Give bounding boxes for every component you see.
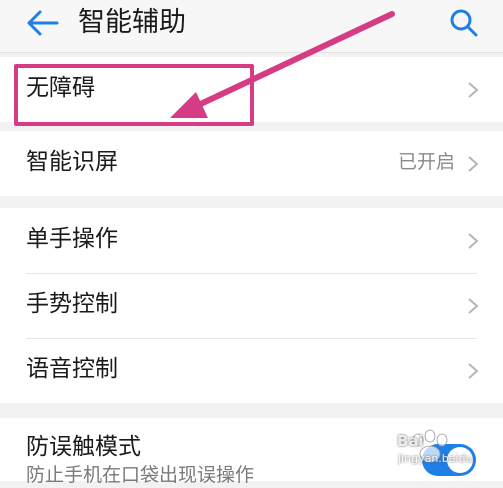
settings-group-3: 单手操作 手势控制 语音控制 [0, 208, 503, 403]
setting-label: 单手操作 [26, 226, 118, 252]
arrow-left-icon[interactable] [26, 8, 60, 38]
setting-label: 手势控制 [26, 291, 118, 317]
setting-description: 防止手机在口袋出现误操作 [26, 464, 255, 486]
settings-group-2: 智能识屏 已开启 [0, 131, 503, 196]
chevron-right-icon [468, 233, 479, 249]
chevron-right-icon [468, 298, 479, 314]
search-icon[interactable] [449, 8, 479, 38]
chevron-right-icon [468, 156, 479, 172]
watermark-brand: Bai [397, 432, 424, 450]
chevron-right-icon [468, 363, 479, 379]
chevron-right-icon [468, 82, 479, 98]
top-bar: 智能辅助 [0, 0, 503, 53]
setting-label: 智能识屏 [26, 149, 118, 175]
setting-smart-screen-recognition[interactable]: 智能识屏 已开启 [0, 131, 503, 196]
annotation-highlight-box [14, 64, 254, 126]
setting-status: 已开启 [397, 151, 455, 173]
setting-label: 语音控制 [26, 356, 118, 382]
setting-gesture-control[interactable]: 手势控制 [0, 273, 503, 338]
setting-one-handed[interactable]: 单手操作 [0, 208, 503, 273]
setting-label: 防误触模式 [26, 434, 141, 460]
page-title: 智能辅助 [78, 7, 186, 38]
setting-voice-control[interactable]: 语音控制 [0, 338, 503, 403]
watermark-sub: jingyan.baidu [398, 452, 473, 465]
